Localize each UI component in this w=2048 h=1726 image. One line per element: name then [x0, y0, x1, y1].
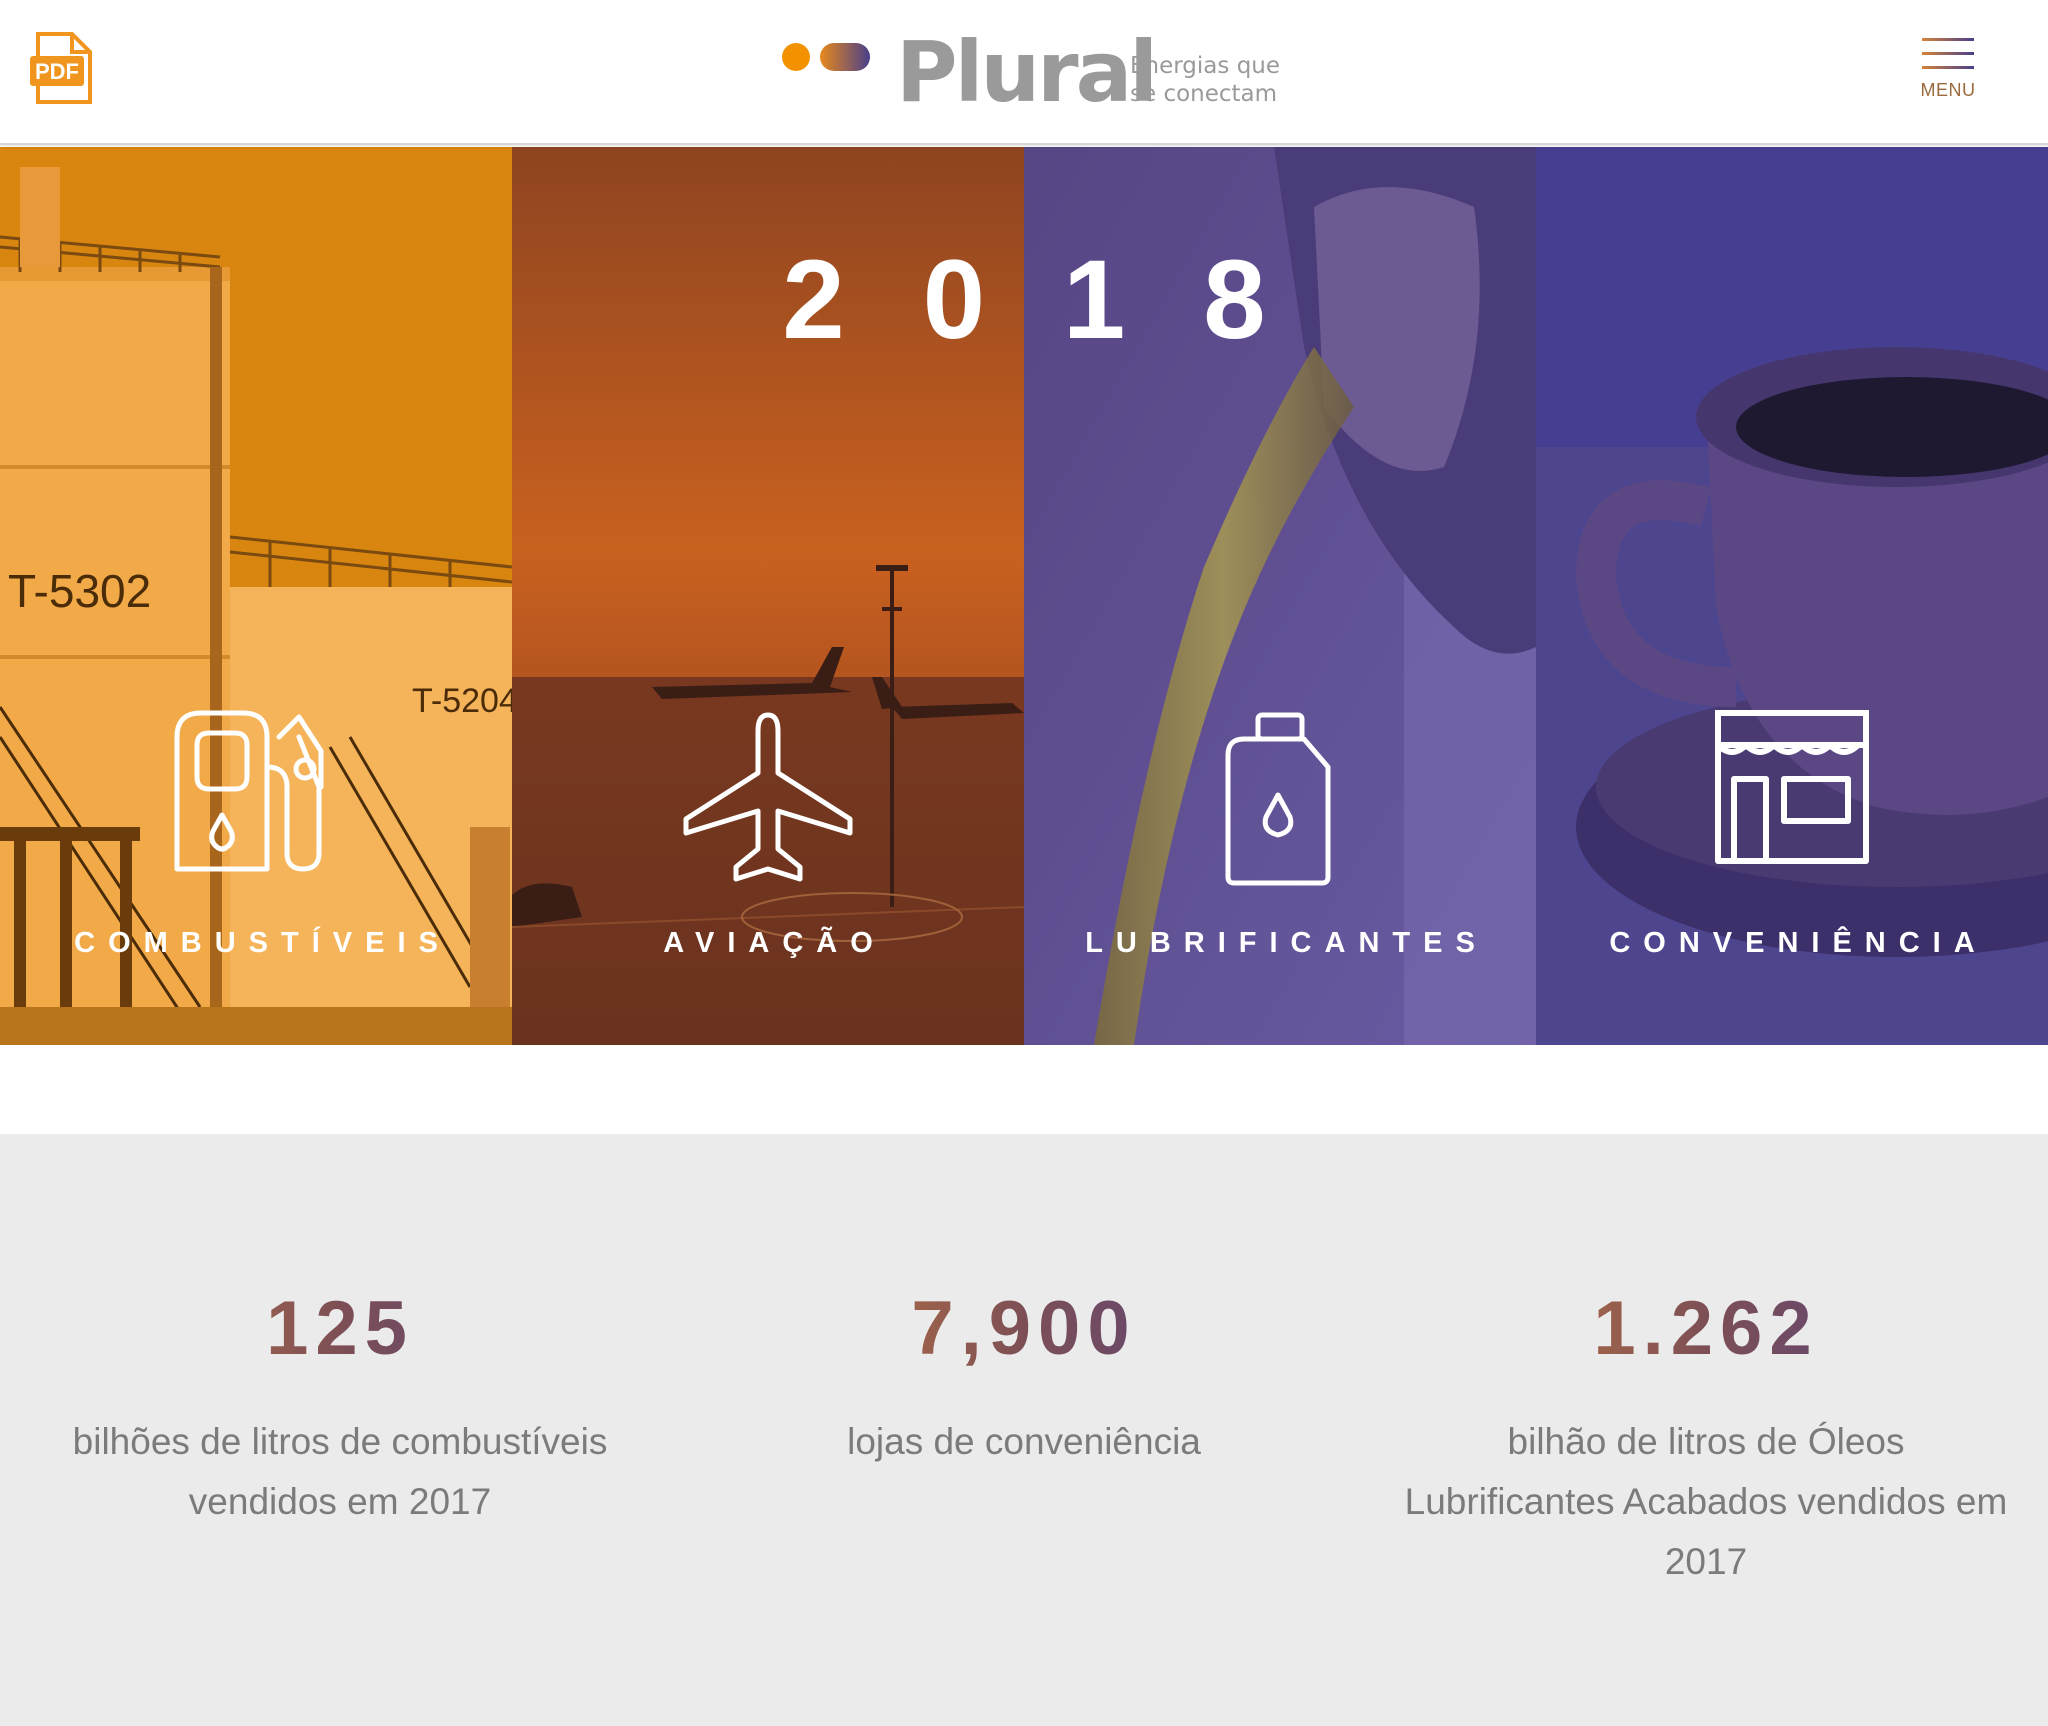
- pdf-download-icon[interactable]: PDF: [30, 32, 94, 104]
- stat-desc-line: Lubrificantes Acabados vendidos em: [1404, 1481, 2008, 1522]
- stat-lubrificantes: 1.262 bilhão de litros de Óleos Lubrific…: [1396, 1134, 2016, 1592]
- stat-number: 7,900: [714, 1284, 1334, 1374]
- panel-label-lubrificantes: LUBRIFICANTES: [1085, 927, 1488, 959]
- tank-label-1: T-5302: [8, 565, 151, 617]
- menu-button[interactable]: MENU: [1908, 36, 1988, 110]
- stat-desc-line: lojas de conveniência: [847, 1421, 1201, 1462]
- site-header: PDF Plural Energias que se conectam MENU: [0, 0, 2048, 145]
- hamburger-icon: [1922, 38, 1974, 69]
- logo-tagline-line1: Energias que: [1130, 53, 1281, 79]
- airplane-icon: [683, 712, 853, 882]
- logo-tagline: Energias que se conectam: [1130, 52, 1300, 108]
- year-heading: 2018: [782, 237, 1344, 362]
- fuel-pump-icon: [174, 710, 324, 872]
- hero-section: T-5302 T-5204 COMBUSTÍVEIS AVIAÇÃO LUBRI…: [0, 147, 2048, 1045]
- logo-dots-icon: [782, 43, 870, 71]
- oil-bottle-icon: [1225, 712, 1331, 886]
- stat-desc-line: vendidos em 2017: [188, 1481, 492, 1522]
- stat-description: bilhões de litros de combustíveis vendid…: [30, 1412, 650, 1532]
- stat-description: lojas de conveniência: [714, 1412, 1334, 1472]
- logo-wordmark: Plural: [896, 23, 1158, 121]
- panel-label-combustiveis: COMBUSTÍVEIS: [74, 927, 451, 959]
- logo-tagline-line2: se conectam: [1130, 81, 1278, 107]
- stat-number: 125: [30, 1284, 650, 1374]
- plural-logo[interactable]: Plural Energias que se conectam: [780, 28, 1280, 118]
- stat-lojas: 7,900 lojas de conveniência: [714, 1134, 1334, 1472]
- stat-description: bilhão de litros de Óleos Lubrificantes …: [1396, 1412, 2016, 1592]
- stat-desc-line: bilhões de litros de combustíveis: [72, 1421, 608, 1462]
- stat-desc-line: 2017: [1664, 1541, 1748, 1582]
- menu-label: MENU: [1920, 80, 1976, 100]
- panel-label-conveniencia: CONVENIÊNCIA: [1609, 927, 1988, 959]
- stats-section: 125 bilhões de litros de combustíveis ve…: [0, 1134, 2048, 1726]
- panel-label-aviacao: AVIAÇÃO: [663, 927, 886, 959]
- stat-combustiveis: 125 bilhões de litros de combustíveis ve…: [30, 1134, 650, 1532]
- pdf-label: PDF: [35, 59, 79, 84]
- stat-number: 1.262: [1396, 1284, 2016, 1374]
- stat-desc-line: bilhão de litros de Óleos: [1507, 1421, 1905, 1462]
- store-icon: [1715, 710, 1869, 864]
